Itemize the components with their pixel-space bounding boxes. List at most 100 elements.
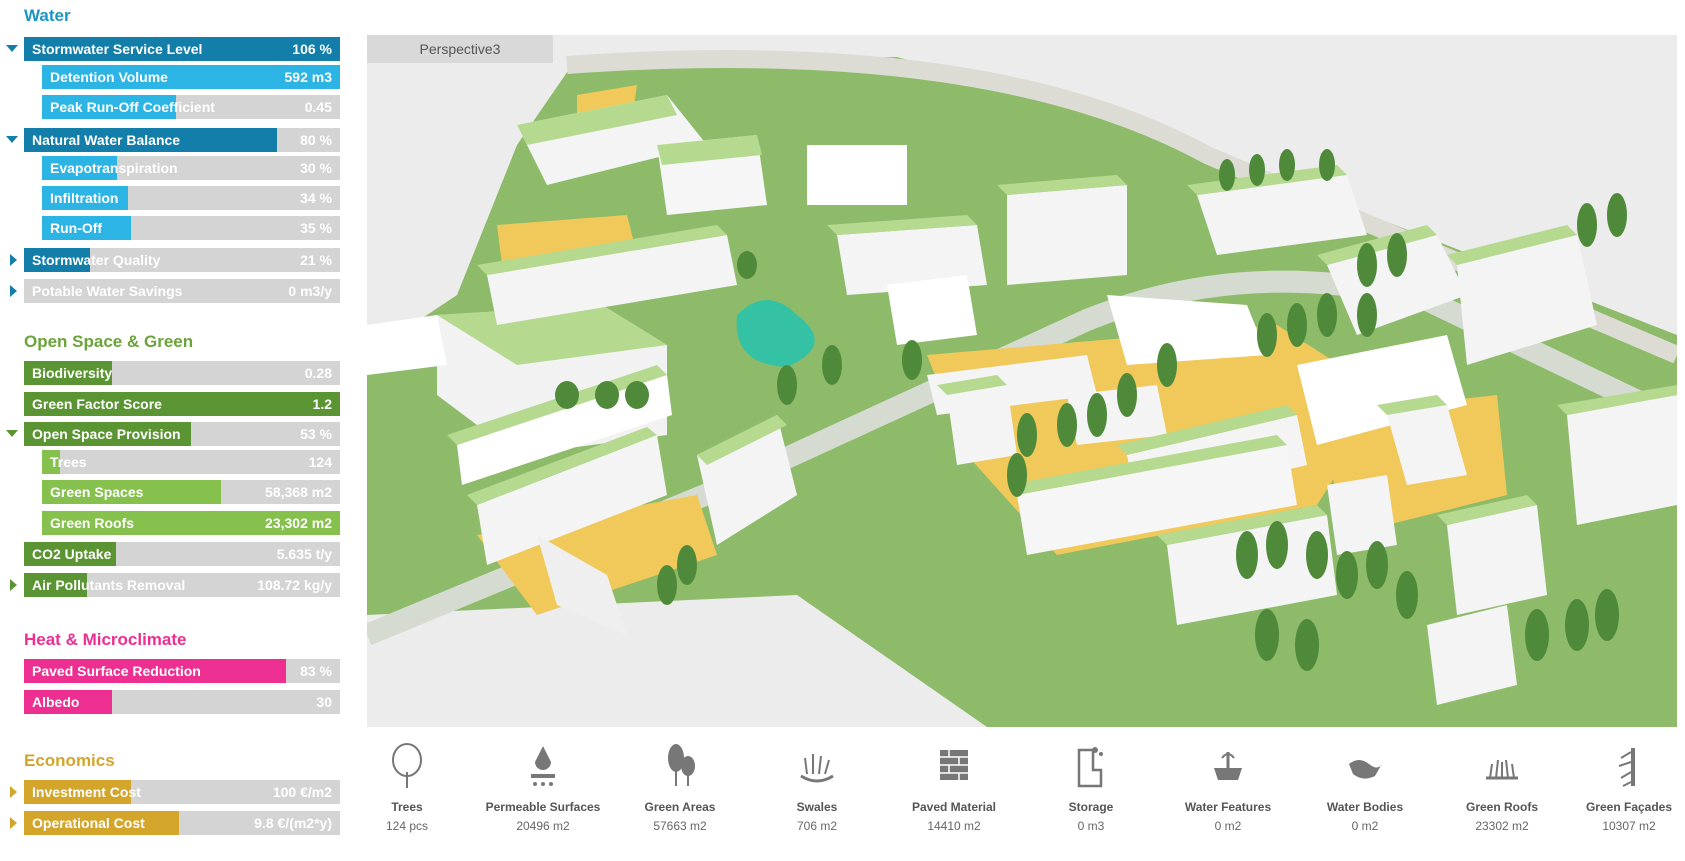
- indicator-value: 0.45: [304, 99, 332, 115]
- indicator-value: 108.72 kg/y: [257, 577, 332, 593]
- tool-trees[interactable]: Trees 124 pcs: [339, 738, 475, 838]
- indicator-value: 124: [308, 454, 332, 470]
- measure-toolbar: Trees 124 pcs Permeable Surfaces 20496 m…: [367, 738, 1677, 838]
- indicator-row-natural-water-balance[interactable]: Natural Water Balance 80 %: [24, 128, 340, 152]
- indicator-row-stormwater-service-level[interactable]: Stormwater Service Level 106 %: [24, 37, 340, 61]
- indicator-label: Stormwater Quality: [32, 252, 161, 268]
- collapse-toggle-icon[interactable]: [6, 136, 18, 143]
- tool-paved-material[interactable]: Paved Material 14410 m2: [886, 738, 1022, 838]
- indicator-label: Potable Water Savings: [32, 283, 183, 299]
- water-body-icon: [1349, 760, 1383, 779]
- section-title-heat: Heat & Microclimate: [24, 630, 187, 649]
- indicator-row-infiltration[interactable]: Infiltration 34 %: [42, 186, 340, 210]
- indicator-row-detention-volume[interactable]: Detention Volume 592 m3: [42, 65, 340, 89]
- indicator-row-green-factor-score[interactable]: Green Factor Score 1.2: [24, 392, 340, 416]
- indicator-label: Operational Cost: [32, 815, 145, 831]
- tool-green-roofs[interactable]: Green Roofs 23302 m2: [1434, 738, 1570, 838]
- permeable-surface-icon: [531, 746, 555, 786]
- indicator-row-trees[interactable]: Trees 124: [42, 450, 340, 474]
- indicator-value: 106 %: [292, 41, 332, 57]
- indicator-value: 35 %: [300, 220, 332, 236]
- indicator-label: Air Pollutants Removal: [32, 577, 186, 593]
- indicator-label: Natural Water Balance: [32, 132, 181, 148]
- tool-label: Water Bodies: [1326, 800, 1404, 814]
- tool-label: Green Areas: [644, 800, 716, 814]
- indicator-row-stormwater-quality[interactable]: Stormwater Quality 21 %: [24, 248, 340, 272]
- green-areas-icon: [668, 744, 695, 786]
- tool-green-facades[interactable]: Green Façades 10307 m2: [1561, 738, 1685, 838]
- view-tab-perspective[interactable]: Perspective3: [367, 35, 553, 63]
- expand-toggle-icon[interactable]: [10, 817, 17, 829]
- tool-label: Green Façades: [1585, 800, 1673, 814]
- tool-value: 0 m2: [1351, 819, 1379, 833]
- indicator-label: Evapotranspiration: [50, 160, 178, 176]
- indicator-value: 100 €/m2: [272, 784, 332, 800]
- indicator-label: Albedo: [32, 694, 80, 710]
- indicator-value: 0.28: [304, 365, 332, 381]
- expand-toggle-icon[interactable]: [10, 254, 17, 266]
- tool-label: Trees: [391, 800, 423, 814]
- indicator-value: 53 %: [300, 426, 332, 442]
- brick-icon: [940, 750, 968, 780]
- tool-green-areas[interactable]: Green Areas 57663 m2: [612, 738, 748, 838]
- indicator-row-evapotranspiration[interactable]: Evapotranspiration 30 %: [42, 156, 340, 180]
- indicator-value: 80 %: [300, 132, 332, 148]
- tool-label: Water Features: [1184, 800, 1272, 814]
- indicator-value: 58,368 m2: [265, 484, 332, 500]
- indicator-value: 1.2: [312, 396, 332, 412]
- indicator-value: 5.635 t/y: [276, 546, 332, 562]
- collapse-toggle-icon[interactable]: [6, 45, 18, 52]
- indicator-value: 0 m3/y: [288, 283, 332, 299]
- indicator-row-peak-runoff[interactable]: Peak Run-Off Coefficient 0.45: [42, 95, 340, 119]
- indicator-row-run-off[interactable]: Run-Off 35 %: [42, 216, 340, 240]
- tool-water-features[interactable]: Water Features 0 m2: [1160, 738, 1296, 838]
- indicator-row-green-spaces[interactable]: Green Spaces 58,368 m2: [42, 480, 340, 504]
- city-model-render[interactable]: [367, 35, 1677, 727]
- collapse-toggle-icon[interactable]: [6, 430, 18, 437]
- tool-value: 0 m2: [1214, 819, 1242, 833]
- indicator-row-air-pollutants-removal[interactable]: Air Pollutants Removal 108.72 kg/y: [24, 573, 340, 597]
- indicator-label: Green Roofs: [50, 515, 135, 531]
- indicator-label: Green Factor Score: [32, 396, 162, 412]
- indicator-label: Investment Cost: [32, 784, 141, 800]
- tool-swales[interactable]: Swales 706 m2: [749, 738, 885, 838]
- indicator-row-potable-water-savings[interactable]: Potable Water Savings 0 m3/y: [24, 279, 340, 303]
- indicator-label: Paved Surface Reduction: [32, 663, 201, 679]
- expand-toggle-icon[interactable]: [10, 786, 17, 798]
- indicator-panel: Water Stormwater Service Level 106 % Det…: [0, 0, 345, 861]
- tool-storage[interactable]: Storage 0 m3: [1023, 738, 1159, 838]
- indicator-row-investment-cost[interactable]: Investment Cost 100 €/m2: [24, 780, 340, 804]
- indicator-label: Open Space Provision: [32, 426, 181, 442]
- indicator-value: 592 m3: [284, 69, 332, 85]
- indicator-row-open-space-provision[interactable]: Open Space Provision 53 %: [24, 422, 340, 446]
- tool-value: 20496 m2: [516, 819, 570, 833]
- tool-value: 14410 m2: [927, 819, 981, 833]
- tool-water-bodies[interactable]: Water Bodies 0 m2: [1297, 738, 1433, 838]
- indicator-value: 83 %: [300, 663, 332, 679]
- fountain-icon: [1214, 752, 1242, 780]
- indicator-value: 34 %: [300, 190, 332, 206]
- swale-icon: [800, 754, 834, 783]
- indicator-row-operational-cost[interactable]: Operational Cost 9.8 €/(m2*y): [24, 811, 340, 835]
- indicator-row-paved-surface-reduction[interactable]: Paved Surface Reduction 83 %: [24, 659, 340, 683]
- perspective-viewport[interactable]: Perspective3: [367, 35, 1677, 727]
- expand-toggle-icon[interactable]: [10, 285, 17, 297]
- tool-value: 0 m3: [1077, 819, 1105, 833]
- indicator-label: Trees: [50, 454, 87, 470]
- indicator-value: 30 %: [300, 160, 332, 176]
- indicator-row-co2-uptake[interactable]: CO2 Uptake 5.635 t/y: [24, 542, 340, 566]
- tool-permeable-surfaces[interactable]: Permeable Surfaces 20496 m2: [475, 738, 611, 838]
- indicator-label: Detention Volume: [50, 69, 168, 85]
- indicator-row-biodiversity[interactable]: Biodiversity 0.28: [24, 361, 340, 385]
- tool-value: 10307 m2: [1602, 819, 1656, 833]
- tool-value: 23302 m2: [1475, 819, 1529, 833]
- tool-value: 706 m2: [796, 819, 838, 833]
- tool-label: Storage: [1068, 800, 1114, 814]
- tool-label: Green Roofs: [1465, 800, 1538, 814]
- expand-toggle-icon[interactable]: [10, 579, 17, 591]
- indicator-row-albedo[interactable]: Albedo 30: [24, 690, 340, 714]
- indicator-row-green-roofs[interactable]: Green Roofs 23,302 m2: [42, 511, 340, 535]
- indicator-label: Run-Off: [50, 220, 103, 236]
- indicator-label: Stormwater Service Level: [32, 41, 203, 57]
- tool-value: 57663 m2: [653, 819, 707, 833]
